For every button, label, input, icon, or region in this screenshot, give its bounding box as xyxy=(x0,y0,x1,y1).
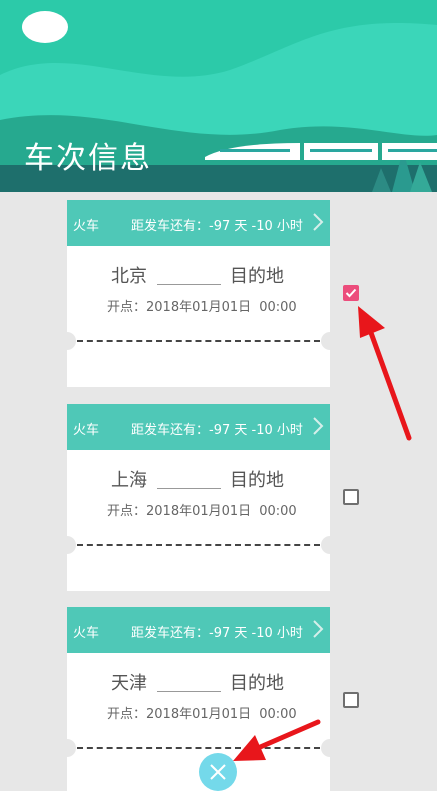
ticket-type: 火车 xyxy=(73,219,100,234)
close-icon xyxy=(210,764,226,780)
countdown-text: 距发车还有：-97 天 -10 小时 xyxy=(131,626,303,641)
departure-info: 开点：2018年01月01日 00:00 xyxy=(107,500,297,519)
select-checkbox[interactable] xyxy=(343,285,359,301)
departure-info: 开点：2018年01月01日 00:00 xyxy=(107,703,297,722)
ticket-type: 火车 xyxy=(73,626,100,641)
departure-label: 开点： xyxy=(107,707,147,722)
ticket-card[interactable]: 火车 距发车还有：-97 天 -10 小时 北京 目的地 开点：2018年01月… xyxy=(58,200,339,387)
destination-station: 目的地 xyxy=(230,266,284,287)
departure-time: 00:00 xyxy=(259,300,297,315)
departure-date: 2018年01月01日 xyxy=(146,504,252,519)
departure-label: 开点： xyxy=(107,300,147,315)
ticket-notch xyxy=(58,332,76,350)
route-line xyxy=(157,284,221,285)
departure-info: 开点：2018年01月01日 00:00 xyxy=(107,296,297,315)
ticket-header[interactable]: 火车 距发车还有：-97 天 -10 小时 xyxy=(67,200,330,246)
origin-station: 天津 xyxy=(111,673,147,694)
select-checkbox[interactable] xyxy=(343,489,359,505)
ticket-notch xyxy=(321,739,339,757)
departure-time: 00:00 xyxy=(259,504,297,519)
destination-station: 目的地 xyxy=(230,470,284,491)
ticket-card[interactable]: 火车 距发车还有：-97 天 -10 小时 天津 目的地 开点：2018年01月… xyxy=(58,607,339,791)
ticket-notch xyxy=(58,536,76,554)
checkmark-icon xyxy=(345,288,357,298)
perforation-line xyxy=(77,340,320,342)
ticket-notch xyxy=(321,332,339,350)
destination-station: 目的地 xyxy=(230,673,284,694)
route-line xyxy=(157,488,221,489)
origin-station: 上海 xyxy=(111,470,147,491)
ticket-header[interactable]: 火车 距发车还有：-97 天 -10 小时 xyxy=(67,404,330,450)
perforation-line xyxy=(77,747,320,749)
departure-time: 00:00 xyxy=(259,707,297,722)
ticket-notch xyxy=(58,739,76,757)
header-banner: 车次信息 xyxy=(0,0,437,192)
departure-label: 开点： xyxy=(107,504,147,519)
select-checkbox[interactable] xyxy=(343,692,359,708)
ticket-type: 火车 xyxy=(73,423,100,438)
departure-date: 2018年01月01日 xyxy=(146,707,252,722)
origin-station: 北京 xyxy=(111,266,147,287)
ticket-notch xyxy=(321,536,339,554)
perforation-line xyxy=(77,544,320,546)
ticket-header[interactable]: 火车 距发车还有：-97 天 -10 小时 xyxy=(67,607,330,653)
page-title: 车次信息 xyxy=(24,141,152,176)
ticket-card[interactable]: 火车 距发车还有：-97 天 -10 小时 上海 目的地 开点：2018年01月… xyxy=(58,404,339,591)
chevron-right-icon[interactable] xyxy=(312,619,324,639)
route-line xyxy=(157,691,221,692)
countdown-text: 距发车还有：-97 天 -10 小时 xyxy=(131,423,303,438)
delete-fab-button[interactable] xyxy=(199,753,237,791)
chevron-right-icon[interactable] xyxy=(312,416,324,436)
chevron-right-icon[interactable] xyxy=(312,212,324,232)
countdown-text: 距发车还有：-97 天 -10 小时 xyxy=(131,219,303,234)
departure-date: 2018年01月01日 xyxy=(146,300,252,315)
